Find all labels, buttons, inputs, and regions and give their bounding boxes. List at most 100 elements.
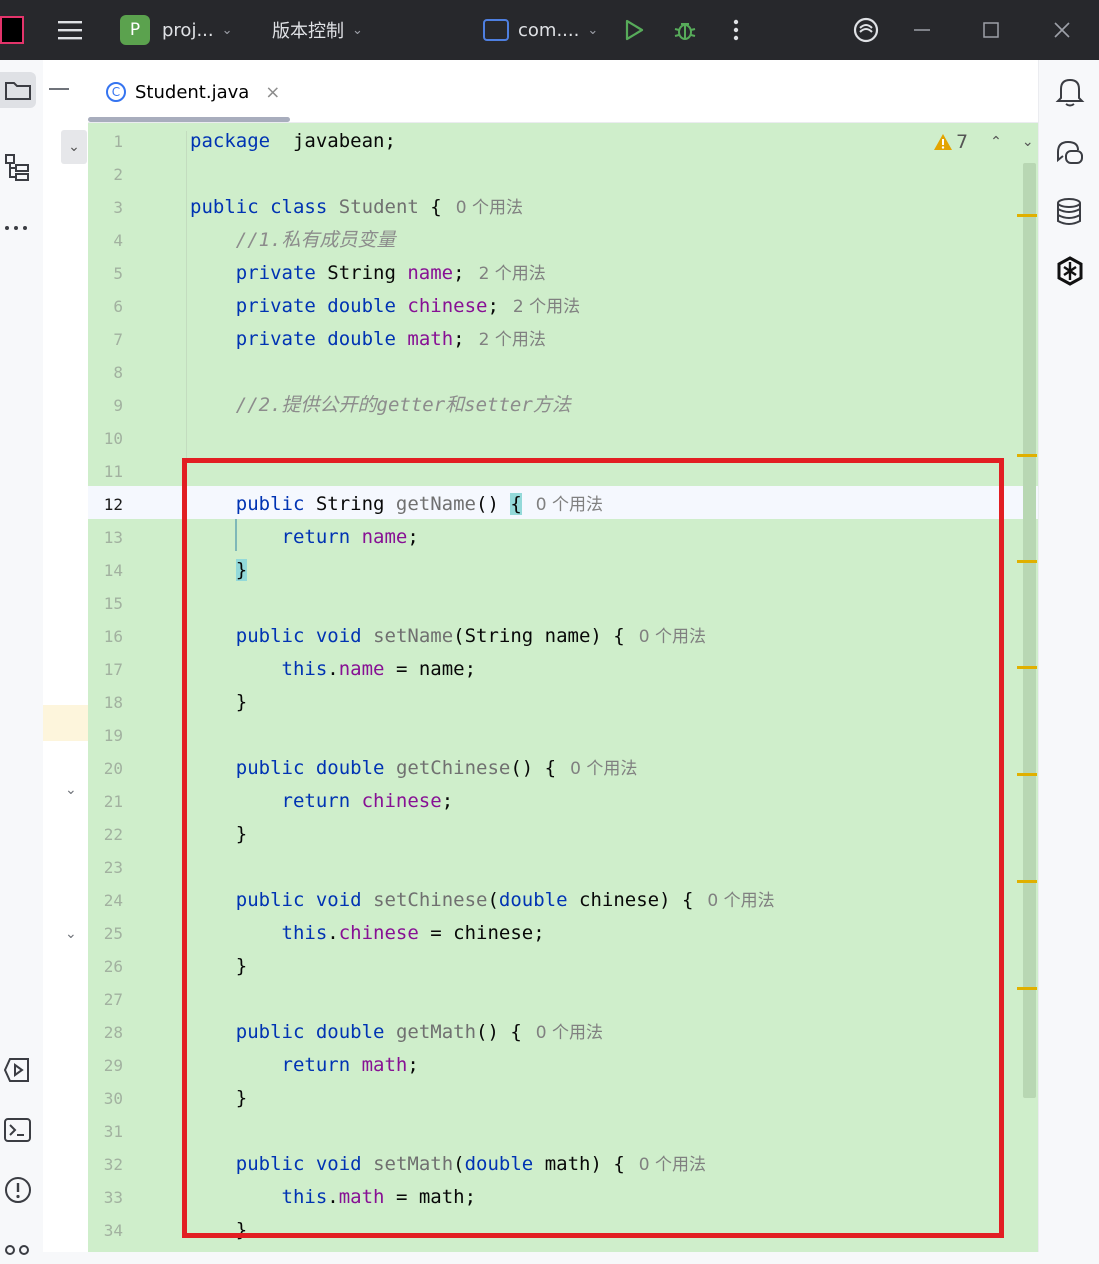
- warning-stripe-mark[interactable]: [1017, 987, 1037, 990]
- warning-stripe-mark[interactable]: [1017, 666, 1037, 669]
- line-number[interactable]: 22: [88, 818, 123, 851]
- line-number[interactable]: 13: [88, 521, 123, 554]
- inspection-widget[interactable]: 7 ⌃ ⌄: [933, 131, 1034, 153]
- fold-chevron-icon[interactable]: ⌄: [65, 782, 77, 798]
- line-number[interactable]: 31: [88, 1115, 123, 1148]
- line-number[interactable]: 32: [88, 1148, 123, 1181]
- debug-icon[interactable]: [672, 0, 698, 60]
- code-line[interactable]: this.name = name;: [190, 653, 477, 686]
- collapse-icon[interactable]: [49, 88, 69, 90]
- services-icon[interactable]: [0, 1052, 36, 1088]
- line-number[interactable]: 9: [88, 389, 123, 422]
- code-line[interactable]: }: [190, 950, 247, 983]
- line-number[interactable]: 23: [88, 851, 123, 884]
- line-number[interactable]: 16: [88, 620, 123, 653]
- warning-stripe-mark[interactable]: [1017, 880, 1037, 883]
- code-line[interactable]: this.math = math;: [190, 1181, 477, 1214]
- line-number[interactable]: 7: [88, 323, 123, 356]
- code-line[interactable]: }: [190, 1082, 247, 1115]
- vertical-scrollbar[interactable]: [1023, 163, 1036, 1098]
- structure-icon[interactable]: [0, 150, 36, 186]
- usage-hint[interactable]: 0 个用法: [639, 1155, 706, 1175]
- line-number[interactable]: 2: [88, 158, 123, 191]
- line-number[interactable]: 12: [88, 488, 123, 521]
- usage-hint[interactable]: 2 个用法: [513, 297, 580, 317]
- line-number[interactable]: 25: [88, 917, 123, 950]
- usage-hint[interactable]: 0 个用法: [707, 891, 774, 911]
- more-actions-icon[interactable]: [732, 0, 740, 60]
- usage-hint[interactable]: 0 个用法: [570, 759, 637, 779]
- tab-student-java[interactable]: C Student.java ×: [106, 78, 280, 106]
- line-number[interactable]: 19: [88, 719, 123, 752]
- code-line[interactable]: public void setChinese(double chinese) {…: [190, 884, 775, 917]
- close-button[interactable]: [1052, 0, 1072, 60]
- intellij-logo-icon[interactable]: [0, 16, 24, 44]
- line-number[interactable]: 27: [88, 983, 123, 1016]
- warning-stripe-mark[interactable]: [1017, 560, 1037, 563]
- usage-hint[interactable]: 0 个用法: [536, 1023, 603, 1043]
- code-line[interactable]: public double getMath() {0 个用法: [190, 1016, 603, 1049]
- line-number[interactable]: 1: [88, 125, 123, 158]
- line-number[interactable]: 33: [88, 1181, 123, 1214]
- project-switcher[interactable]: P proj... ⌄: [120, 0, 233, 60]
- line-number[interactable]: 20: [88, 752, 123, 785]
- code-line[interactable]: private String name; 2 个用法: [190, 257, 546, 290]
- maximize-button[interactable]: [982, 0, 1000, 60]
- line-number[interactable]: 30: [88, 1082, 123, 1115]
- code-line[interactable]: }: [190, 818, 247, 851]
- code-line[interactable]: package javabean;: [190, 125, 396, 158]
- line-number[interactable]: 34: [88, 1214, 123, 1247]
- line-number[interactable]: 15: [88, 587, 123, 620]
- problems-icon[interactable]: [0, 1172, 36, 1208]
- line-number[interactable]: 4: [88, 224, 123, 257]
- usage-hint[interactable]: 2 个用法: [479, 264, 546, 284]
- line-number[interactable]: 8: [88, 356, 123, 389]
- close-tab-icon[interactable]: ×: [265, 82, 280, 103]
- code-line[interactable]: //2.提供公开的getter和setter方法: [190, 389, 571, 422]
- run-config-selector[interactable]: com.... ⌄: [483, 0, 598, 60]
- line-number[interactable]: 26: [88, 950, 123, 983]
- warning-stripe-mark[interactable]: [1017, 454, 1037, 457]
- main-menu-icon[interactable]: [56, 0, 84, 60]
- more-icon[interactable]: [0, 210, 36, 246]
- code-line[interactable]: return name;: [190, 521, 419, 554]
- notifications-icon[interactable]: [1055, 76, 1087, 108]
- terminal-icon[interactable]: [0, 1112, 36, 1148]
- code-line[interactable]: public class Student {0 个用法: [190, 191, 523, 224]
- warning-stripe-mark[interactable]: [1017, 773, 1037, 776]
- code-line[interactable]: public void setMath(double math) {0 个用法: [190, 1148, 706, 1181]
- fold-chevron-icon[interactable]: ⌄: [65, 926, 77, 942]
- line-number[interactable]: 29: [88, 1049, 123, 1082]
- code-line[interactable]: public double getChinese() {0 个用法: [190, 752, 638, 785]
- openai-icon[interactable]: [1055, 256, 1087, 288]
- line-number[interactable]: 11: [88, 455, 123, 488]
- next-highlight-icon[interactable]: ⌄: [1022, 134, 1034, 150]
- usage-hint[interactable]: 0 个用法: [536, 495, 603, 515]
- code-line[interactable]: //1.私有成员变量: [190, 224, 396, 257]
- previous-highlight-icon[interactable]: ⌃: [990, 134, 1002, 150]
- code-line[interactable]: public void setName(String name) {0 个用法: [190, 620, 706, 653]
- usage-hint[interactable]: 0 个用法: [456, 198, 523, 218]
- line-number[interactable]: 10: [88, 422, 123, 455]
- line-number[interactable]: 6: [88, 290, 123, 323]
- git-icon[interactable]: [0, 1228, 36, 1264]
- code-line[interactable]: return math;: [190, 1049, 419, 1082]
- code-line[interactable]: }: [190, 686, 247, 719]
- code-line[interactable]: public String getName() {0 个用法: [190, 488, 603, 521]
- run-icon[interactable]: [622, 0, 646, 60]
- ai-chat-icon[interactable]: [1055, 138, 1087, 170]
- database-icon[interactable]: [1055, 197, 1087, 229]
- line-number[interactable]: 18: [88, 686, 123, 719]
- warning-stripe-mark[interactable]: [1017, 214, 1037, 217]
- line-number[interactable]: 28: [88, 1016, 123, 1049]
- minimize-button[interactable]: [912, 0, 932, 60]
- folder-icon[interactable]: [0, 72, 36, 108]
- usage-hint[interactable]: 2 个用法: [479, 330, 546, 350]
- line-number[interactable]: 3: [88, 191, 123, 224]
- code-line[interactable]: this.chinese = chinese;: [190, 917, 545, 950]
- line-number[interactable]: 21: [88, 785, 123, 818]
- code-editor[interactable]: 1 2 3 4 5 6 7 8 9 10 11 12 13 14 15 16 17 18 19 20 21 22 23 24 2…: [88, 123, 1038, 1252]
- code-line[interactable]: private double chinese; 2 个用法: [190, 290, 580, 323]
- code-line[interactable]: }: [190, 554, 248, 587]
- usage-hint[interactable]: 0 个用法: [639, 627, 706, 647]
